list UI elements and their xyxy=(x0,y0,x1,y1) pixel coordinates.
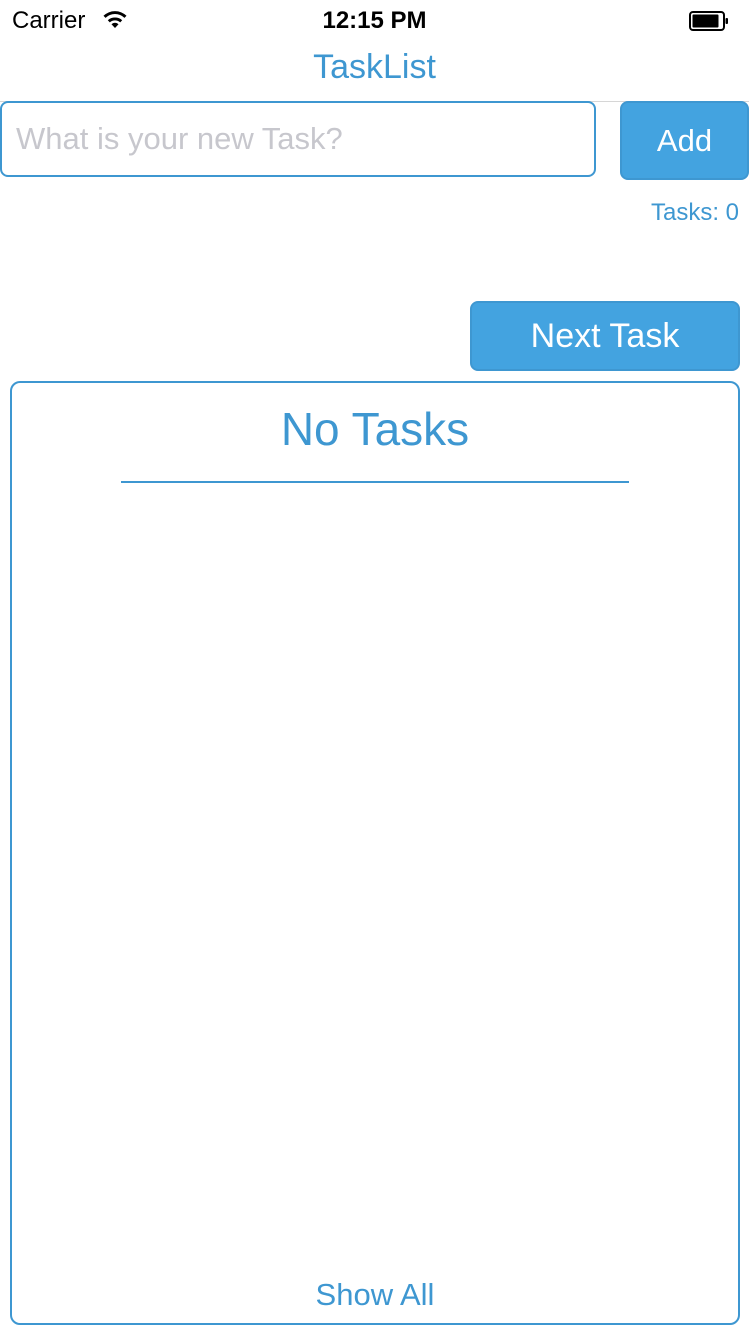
app-screen: Carrier 12:15 PM TaskList Add Tasks: 0 N… xyxy=(0,0,749,1334)
nav-title: TaskList xyxy=(313,48,436,86)
status-bar: Carrier 12:15 PM xyxy=(0,0,749,40)
task-count-label: Tasks: 0 xyxy=(650,199,739,226)
navigation-bar: TaskList xyxy=(0,40,749,102)
battery-icon xyxy=(689,11,728,31)
new-task-input[interactable] xyxy=(0,101,596,177)
add-button[interactable]: Add xyxy=(620,101,749,180)
next-task-button[interactable]: Next Task xyxy=(470,301,740,371)
status-time: 12:15 PM xyxy=(322,7,427,34)
show-all-button[interactable]: Show All xyxy=(12,1277,738,1313)
panel-divider xyxy=(121,481,629,483)
panel-title: No Tasks xyxy=(280,403,470,455)
task-panel: No Tasks Show All xyxy=(10,381,740,1325)
